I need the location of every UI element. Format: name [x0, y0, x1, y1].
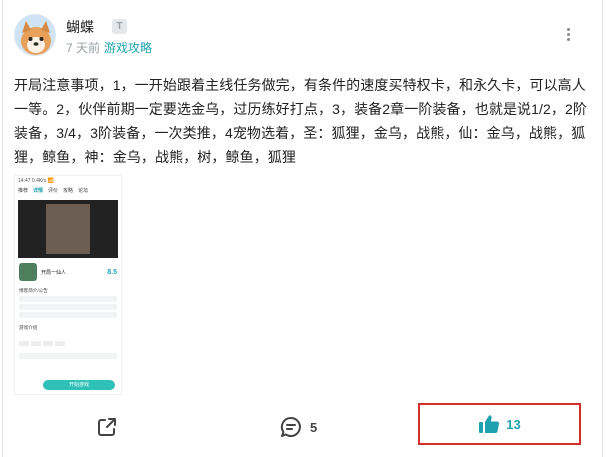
- mini-chip: [43, 341, 53, 346]
- more-dot-icon: [566, 28, 570, 31]
- mini-game-name: 开局一仙人: [41, 269, 67, 276]
- post-body: 开局注意事项，1，一开始跟着主线任务做完，有条件的速度买特权卡，和永久卡，可以高…: [14, 77, 588, 165]
- mini-tab: 论坛: [78, 188, 89, 194]
- share-button[interactable]: [96, 416, 118, 438]
- mini-tab: 推荐: [18, 188, 29, 194]
- action-bar: 5 13: [0, 400, 606, 450]
- post-header: 蝴蝶 T 7 天前 游戏攻略: [14, 14, 594, 60]
- mini-row: [19, 304, 117, 310]
- mini-chips: [15, 331, 121, 351]
- mini-tab: 评价: [48, 188, 59, 194]
- frame-left-border: [2, 0, 3, 457]
- mini-tab-selected: 详情: [33, 188, 44, 194]
- mini-row: [19, 353, 117, 359]
- post-time: 7 天前: [66, 41, 101, 55]
- more-dot-icon: [566, 33, 570, 36]
- mini-game-score: 8.5: [107, 268, 117, 276]
- mini-chip: [55, 341, 65, 346]
- avatar[interactable]: [14, 14, 56, 56]
- mini-game-info: 开局一仙人 8.5: [15, 258, 121, 281]
- thumbs-up-icon: [479, 415, 500, 434]
- mini-section-title: 博客简介/公告: [19, 288, 48, 293]
- mini-download-button: 开始游戏: [43, 380, 115, 390]
- mini-section-title: 游戏介绍: [19, 325, 38, 330]
- more-options-button[interactable]: [560, 26, 576, 46]
- frame-right-border: [602, 0, 603, 457]
- mini-tab: 攻略: [63, 188, 74, 194]
- mini-tab-bar: 推荐 详情 评价 攻略 论坛: [15, 185, 121, 196]
- category-link[interactable]: 游戏攻略: [104, 41, 152, 55]
- like-button[interactable]: 13: [418, 403, 581, 445]
- like-count: 13: [506, 416, 521, 432]
- comment-count: 5: [310, 419, 318, 435]
- mini-video: [18, 200, 118, 258]
- post-image-screenshot[interactable]: 14:47 0.4K/s 📶 推荐 详情 评价 攻略 论坛 开局一仙人 8.5 …: [14, 175, 122, 395]
- post-meta: 7 天前 游戏攻略: [66, 39, 152, 56]
- comment-icon: [280, 416, 301, 437]
- mini-chip: [19, 341, 29, 346]
- mini-chip: [31, 341, 41, 346]
- more-dot-icon: [566, 38, 570, 41]
- mini-video-frame: [46, 204, 90, 254]
- comment-button[interactable]: 5: [280, 416, 317, 438]
- dog-avatar-icon: [15, 15, 55, 55]
- mini-row: [19, 296, 117, 302]
- mini-game-icon: [19, 263, 37, 281]
- author-name[interactable]: 蝴蝶: [66, 17, 94, 37]
- mini-status-bar: 14:47 0.4K/s 📶: [18, 178, 54, 184]
- level-badge: T: [112, 19, 127, 34]
- share-icon: [98, 418, 116, 436]
